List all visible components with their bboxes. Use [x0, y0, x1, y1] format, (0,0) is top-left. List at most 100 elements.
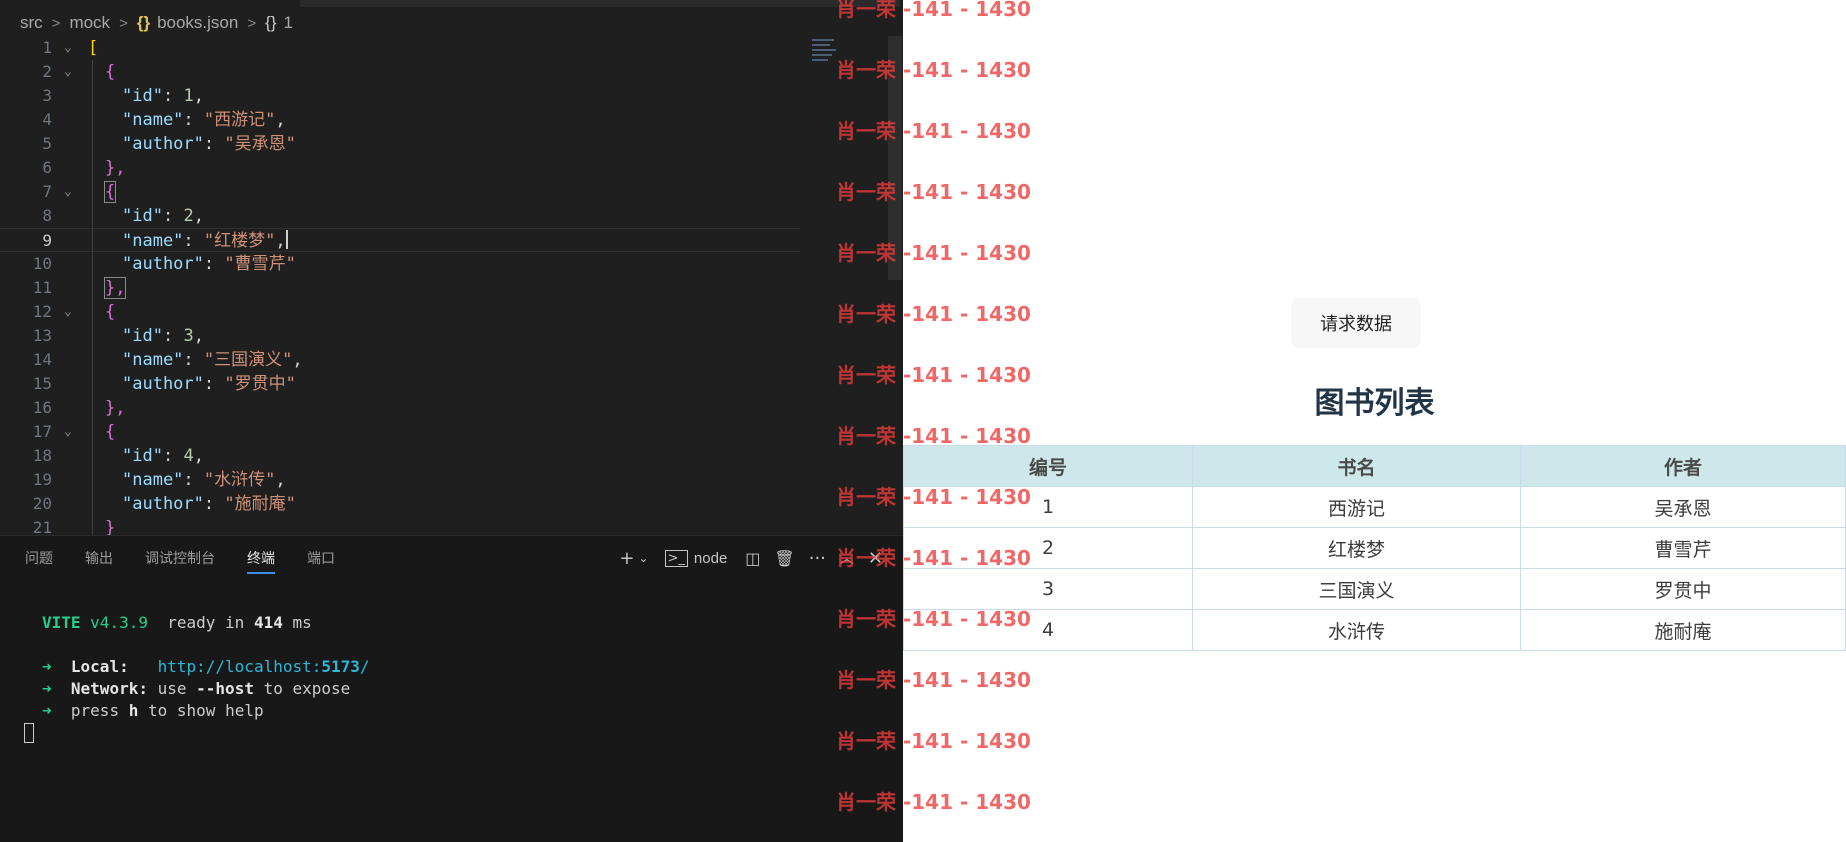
chevron-down-icon[interactable]: ⌄ [64, 180, 72, 204]
line-number: 16 [32, 398, 52, 417]
object-icon: {} [265, 13, 277, 32]
table-cell: 罗贯中 [1520, 568, 1846, 610]
ready-text: ready in [167, 613, 245, 632]
table-cell: 曹雪芹 [1520, 527, 1846, 569]
code-line[interactable]: 9 "name": "红楼梦", [0, 228, 800, 252]
line-number: 12 [32, 302, 52, 321]
code-token: "曹雪芹" [224, 254, 296, 274]
code-token: "水浒传" [203, 470, 276, 490]
code-text: "author": "曹雪芹" [122, 252, 296, 276]
code-text: { [103, 180, 117, 204]
table-cell: 4 [903, 609, 1193, 651]
line-number: 4 [42, 110, 52, 129]
plus-icon[interactable]: + [619, 548, 634, 569]
line-number: 3 [42, 86, 52, 105]
code-line[interactable]: 3 "id": 1, [0, 84, 800, 108]
column-header-id: 编号 [903, 445, 1193, 487]
code-line[interactable]: 6}, [0, 156, 800, 180]
code-line[interactable]: 10 "author": "曹雪芹" [0, 252, 800, 276]
app-preview: 请求数据 图书列表 编号 书名 作者 1 西游记 吴承恩 2 红楼梦 曹雪芹 3 三国演义 罗贯… [903, 0, 1846, 841]
page-title: 图书列表 [1314, 386, 1435, 421]
code-editor[interactable]: 1 ⌄[2 ⌄{3 "id": 1, 4 "name": "西游记", 5 "author":… [0, 36, 903, 540]
code-text: "id": 2, [122, 204, 204, 228]
breadcrumb-item-file[interactable]: books.json [157, 13, 238, 33]
terminal-line: ➜ Network: use --host to expose [42, 678, 370, 700]
line-number: 10 [32, 254, 52, 273]
code-line[interactable]: 13 "id": 3, [0, 324, 800, 348]
tab-panel-0[interactable]: 问题 [25, 536, 53, 580]
terminal-name[interactable]: node [694, 550, 727, 567]
table-header-row: 编号 书名 作者 [903, 445, 1846, 487]
code-text: "author": "施耐庵" [122, 492, 296, 516]
tab-panel-3[interactable]: 终端 [247, 536, 275, 580]
editor-scrollbar[interactable] [888, 36, 902, 280]
chevron-down-icon[interactable]: ⌄ [64, 300, 72, 324]
terminal-icon[interactable]: >_ [664, 549, 688, 567]
code-text: "name": "三国演义", [122, 348, 303, 372]
code-token: 1 [183, 86, 194, 106]
code-line[interactable]: 1 ⌄ [ [0, 36, 800, 60]
code-token: : [183, 470, 204, 490]
tab-panel-1[interactable]: 输出 [85, 536, 113, 580]
code-token: "吴承恩" [224, 134, 296, 154]
breadcrumb-item-src[interactable]: src [20, 13, 43, 33]
code-token: "name" [122, 231, 184, 251]
split-icon[interactable]: ◫ [745, 549, 760, 568]
code-line[interactable]: 19 "name": "水浒传", [0, 468, 800, 492]
code-token: }, [105, 398, 126, 418]
trash-icon[interactable]: 🗑 [774, 549, 794, 568]
code-token: "id" [122, 446, 163, 466]
code-line[interactable]: 2 ⌄ { [0, 60, 800, 84]
code-token: "id" [122, 86, 163, 106]
code-text: { [105, 300, 115, 324]
arrow-right-icon: ➜ [42, 679, 52, 698]
table-cell: 施耐庵 [1520, 609, 1846, 651]
table-cell: 吴承恩 [1520, 486, 1846, 528]
code-token: "author" [122, 374, 204, 394]
local-label: Local: [70, 657, 129, 676]
code-line[interactable]: 11}, [0, 276, 800, 300]
tab-panel-4[interactable]: 端口 [307, 536, 335, 580]
close-icon[interactable]: ✕ [868, 548, 883, 569]
code-text: "name": "红楼梦", [122, 229, 288, 253]
code-token: : [162, 86, 184, 106]
minimap[interactable] [812, 36, 838, 74]
table-cell: 三国演义 [1192, 568, 1521, 610]
code-token: "罗贯中" [224, 374, 296, 394]
code-line[interactable]: 15 "author": "罗贯中" [0, 372, 800, 396]
table-cell: 红楼梦 [1192, 527, 1521, 569]
code-line[interactable]: 16}, [0, 396, 800, 420]
code-line[interactable]: 5 "author": "吴承恩" [0, 132, 800, 156]
chevron-down-icon[interactable]: ⌄ [64, 36, 72, 60]
code-line[interactable]: 7 ⌄ { [0, 180, 800, 204]
local-url-suffix: / [359, 657, 370, 676]
arrow-right-icon: ➜ [42, 657, 52, 676]
chevron-down-icon[interactable]: ⌄ [64, 60, 72, 84]
help-prefix: press [70, 701, 120, 720]
code-line[interactable]: 20 "author": "施耐庵" [0, 492, 800, 516]
code-text: { [105, 60, 115, 84]
code-text: }, [103, 276, 127, 300]
code-line[interactable]: 12 ⌄ { [0, 300, 800, 324]
chevron-up-icon[interactable]: ︿ [840, 548, 854, 568]
line-number: 15 [32, 374, 52, 393]
code-line[interactable]: 4 "name": "西游记", [0, 108, 800, 132]
breadcrumb-item-symbol[interactable]: 1 [283, 13, 292, 33]
ellipsis-icon[interactable]: ··· [809, 548, 826, 569]
local-url[interactable]: http://localhost:5173/ [158, 657, 370, 676]
breadcrumb-item-mock[interactable]: mock [69, 13, 110, 33]
line-number: 13 [32, 326, 52, 345]
code-line[interactable]: 17 ⌄ { [0, 420, 800, 444]
terminal-line: ➜ Local: http://localhost:5173/ [42, 656, 370, 678]
chevron-down-icon[interactable]: ⌄ [638, 551, 648, 565]
line-number: 2 [42, 62, 52, 81]
column-header-author: 作者 [1520, 445, 1846, 487]
request-data-button[interactable]: 请求数据 [1291, 298, 1421, 348]
code-line[interactable]: 14 "name": "三国演义", [0, 348, 800, 372]
code-line[interactable]: 8 "id": 2, [0, 204, 800, 228]
terminal-output[interactable]: VITE v4.3.9 ready in 414 ms ➜ Local: htt… [42, 612, 370, 722]
code-line[interactable]: 18 "id": 4, [0, 444, 800, 468]
text-caret [285, 230, 288, 249]
chevron-down-icon[interactable]: ⌄ [64, 420, 72, 444]
tab-panel-2[interactable]: 调试控制台 [145, 536, 215, 580]
